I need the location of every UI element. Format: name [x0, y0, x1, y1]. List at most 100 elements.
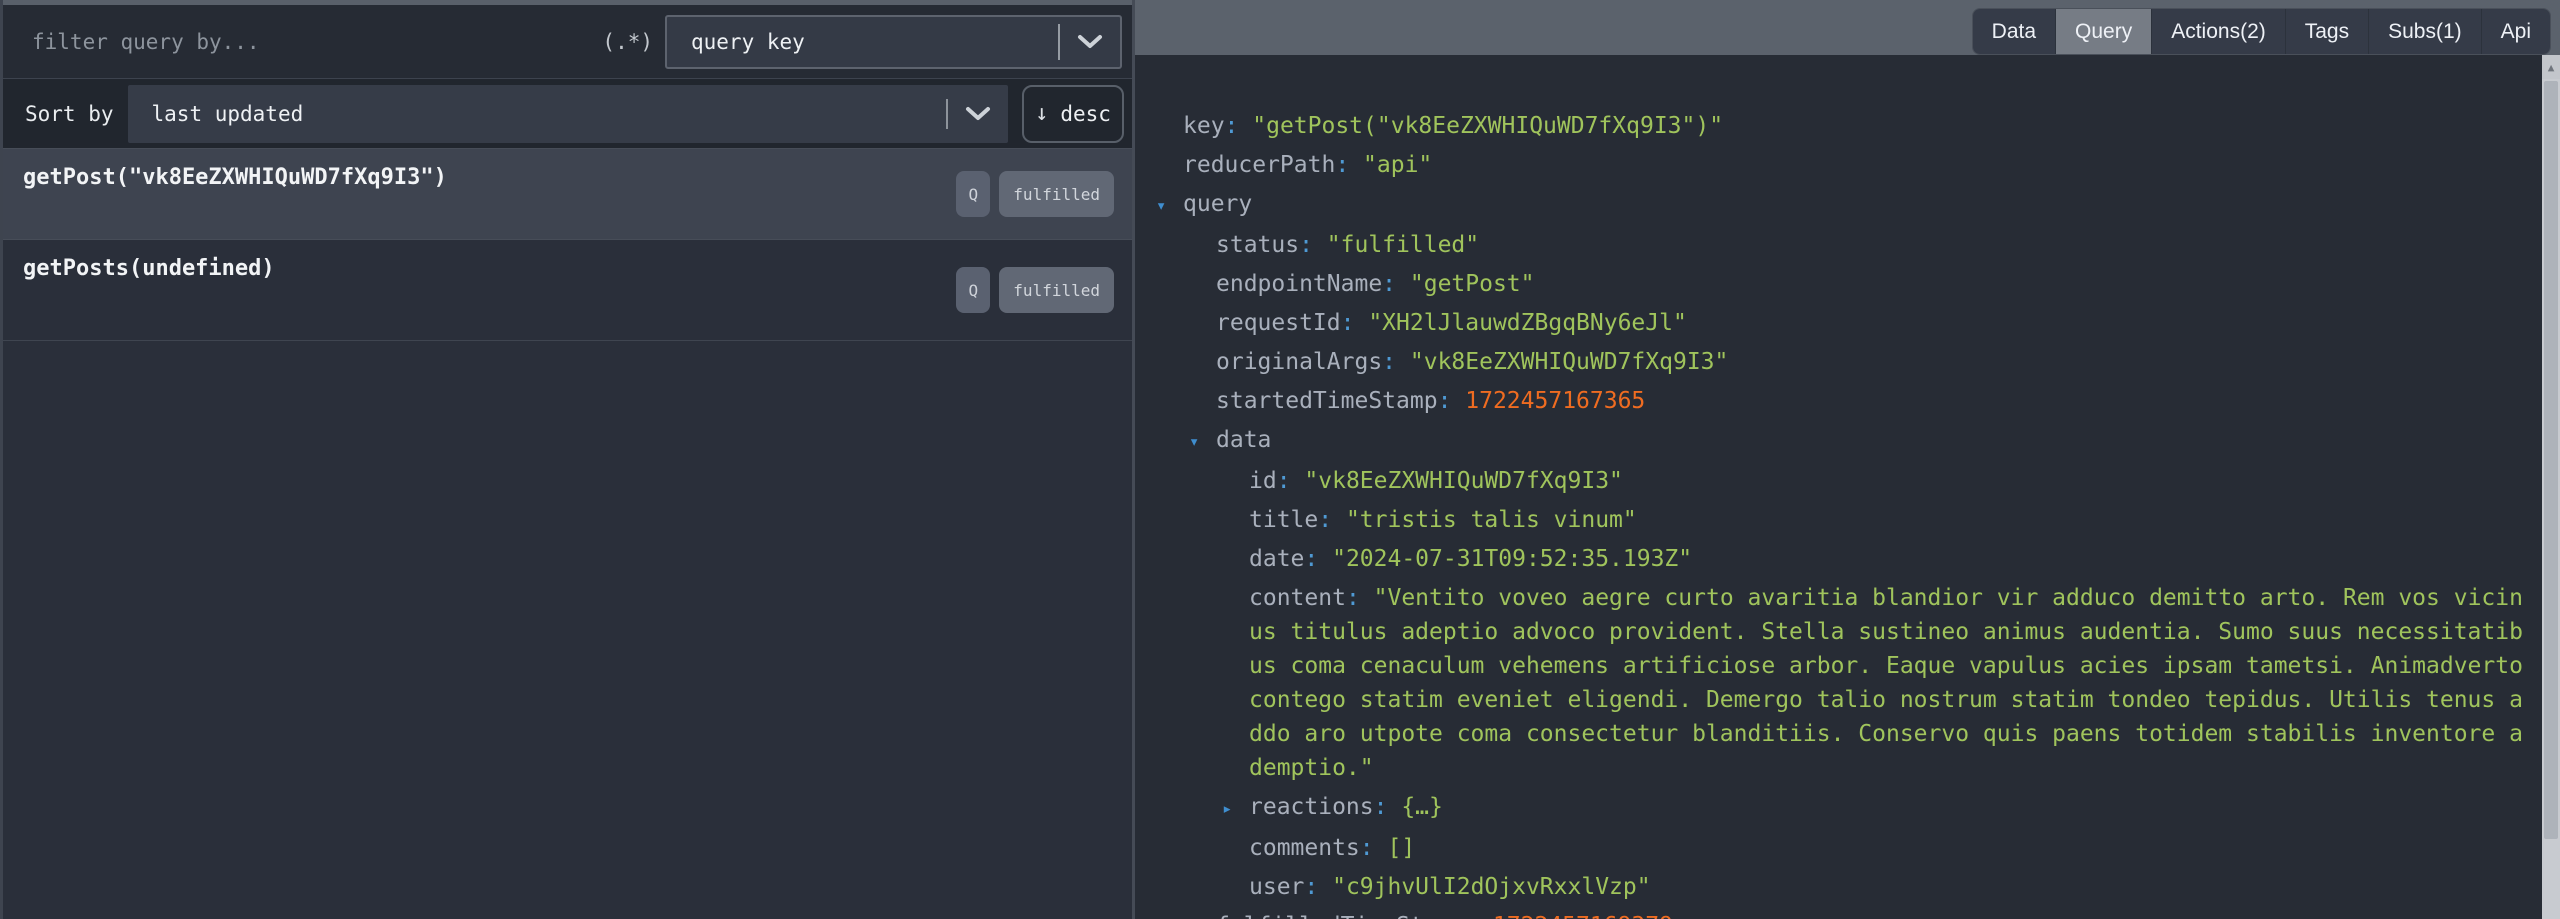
tree-entry-reducerpath: reducerPath: "api" [1183, 148, 2534, 182]
tree-node-label[interactable]: query [1183, 191, 1252, 217]
tree-key: key [1183, 113, 1225, 139]
expand-arrow-down-icon[interactable]: ▾ [1189, 425, 1216, 459]
sort-direction-button[interactable]: ↓ desc [1022, 85, 1124, 143]
tree-colon: : [1225, 113, 1253, 139]
filter-query-input[interactable] [3, 29, 594, 55]
tree-value: "c9jhvUlI2dOjxvRxxlVzp" [1332, 874, 1651, 900]
tree-entry-comments: comments: [] [1183, 831, 2534, 865]
sort-by-label: Sort by [25, 102, 114, 126]
tree-colon: : [1335, 152, 1363, 178]
tree-colon: : [1277, 468, 1305, 494]
tree-value: 1722457167365 [1465, 388, 1645, 414]
tree-value: {…} [1401, 794, 1443, 820]
query-detail-panel: DataQueryActions(2)TagsSubs(1)Api key: "… [1135, 0, 2560, 919]
tree-entry-id: id: "vk8EeZXWHIQuWD7fXq9I3" [1183, 464, 2534, 498]
tree-key: reactions [1249, 794, 1374, 820]
regex-toggle[interactable]: (.*) [602, 30, 653, 54]
tree-value: "getPost("vk8EeZXWHIQuWD7fXq9I3")" [1252, 113, 1723, 139]
tree-key: startedTimeStamp [1216, 388, 1438, 414]
tab-api[interactable]: Api [2481, 9, 2550, 54]
tab-tags[interactable]: Tags [2285, 9, 2368, 54]
tree-key: content [1249, 585, 1346, 611]
tree-entry-reactions: ▸reactions: {…} [1183, 790, 2534, 826]
tree-key: endpointName [1216, 271, 1382, 297]
tree-key: originalArgs [1216, 349, 1382, 375]
detail-tabs: DataQueryActions(2)TagsSubs(1)Api [1972, 8, 2551, 55]
row-badges: Qfulfilled [956, 267, 1114, 313]
tab-query[interactable]: Query [2055, 9, 2151, 54]
scrollbar-thumb[interactable] [2544, 81, 2558, 839]
tree-value: "tristis talis vinum" [1346, 507, 1637, 533]
tree-key: reducerPath [1183, 152, 1335, 178]
tree-value: "fulfilled" [1327, 232, 1479, 258]
sort-bar: Sort by last updated ↓ desc [3, 78, 1132, 148]
tree-key: requestId [1216, 310, 1341, 336]
tree-entry-data: ▾data [1183, 423, 2534, 459]
query-list-panel: (.*) query key Sort by last updated ↓ de [0, 0, 1132, 919]
chevron-down-icon[interactable] [948, 105, 1008, 122]
query-list: getPost("vk8EeZXWHIQuWD7fXq9I3") Qfulfill… [3, 148, 1132, 341]
tree-key: fulfilledTimeStamp [1216, 913, 1465, 919]
tree-entry-originalargs: originalArgs: "vk8EeZXWHIQuWD7fXq9I3" [1183, 345, 2534, 379]
query-type-badge: Q [956, 171, 990, 217]
detail-header-bar: DataQueryActions(2)TagsSubs(1)Api [1135, 0, 2560, 55]
tab-actions-2[interactable]: Actions(2) [2151, 9, 2285, 54]
scrollbar[interactable]: ▲ [2542, 55, 2560, 919]
query-row-getposts[interactable]: getPosts(undefined) Qfulfilled [3, 239, 1132, 341]
tree-colon: : [1341, 310, 1369, 336]
tree-entry-fulfilledtimestamp: fulfilledTimeStamp: 1722457169379 [1183, 909, 2534, 919]
tree-colon: : [1382, 349, 1410, 375]
json-tree: key: "getPost("vk8EeZXWHIQuWD7fXq9I3")" r… [1135, 55, 2542, 919]
tree-entry-content: content: "Ventito voveo aegre curto avar… [1183, 581, 2534, 785]
tree-key: user [1249, 874, 1304, 900]
expand-arrow-down-icon[interactable]: ▾ [1156, 189, 1183, 223]
status-badge: fulfilled [999, 267, 1114, 313]
tree-value: "api" [1363, 152, 1432, 178]
detail-content: key: "getPost("vk8EeZXWHIQuWD7fXq9I3")" r… [1135, 55, 2542, 919]
tree-key: date [1249, 546, 1304, 572]
tree-value: "2024-07-31T09:52:35.193Z" [1332, 546, 1692, 572]
row-badges: Qfulfilled [956, 171, 1114, 217]
query-row-title: getPost("vk8EeZXWHIQuWD7fXq9I3") [23, 165, 447, 190]
tree-colon: : [1318, 507, 1346, 533]
tree-entry-key: key: "getPost("vk8EeZXWHIQuWD7fXq9I3")" [1183, 109, 2534, 143]
tree-entry-requestid: requestId: "XH2lJlauwdZBgqBNy6eJl" [1183, 306, 2534, 340]
arrow-down-icon: ↓ [1035, 101, 1048, 126]
chevron-down-icon[interactable] [1060, 33, 1120, 50]
filter-field-select[interactable]: query key [665, 15, 1122, 69]
tree-colon: : [1465, 913, 1493, 919]
tree-key: title [1249, 507, 1318, 533]
tab-subs-1[interactable]: Subs(1) [2368, 9, 2481, 54]
tree-key: id [1249, 468, 1277, 494]
tree-value: [] [1387, 835, 1415, 861]
tree-entry-date: date: "2024-07-31T09:52:35.193Z" [1183, 542, 2534, 576]
tree-entry-endpointname: endpointName: "getPost" [1183, 267, 2534, 301]
sort-direction-label: desc [1060, 102, 1111, 126]
filter-bar: (.*) query key [3, 5, 1132, 78]
scroll-up-icon[interactable]: ▲ [2542, 55, 2560, 79]
tree-key: status [1216, 232, 1299, 258]
status-badge: fulfilled [999, 171, 1114, 217]
tree-colon: : [1382, 271, 1410, 297]
tree-value: "Ventito voveo aegre curto avaritia blan… [1249, 585, 2523, 781]
tree-colon: : [1374, 794, 1402, 820]
tree-value: "vk8EeZXWHIQuWD7fXq9I3" [1410, 349, 1729, 375]
tree-value: "vk8EeZXWHIQuWD7fXq9I3" [1304, 468, 1623, 494]
query-row-getpost[interactable]: getPost("vk8EeZXWHIQuWD7fXq9I3") Qfulfill… [3, 148, 1132, 239]
sort-field-select[interactable]: last updated [128, 85, 1008, 143]
query-type-badge: Q [956, 267, 990, 313]
tree-value: "getPost" [1410, 271, 1535, 297]
tree-value: "XH2lJlauwdZBgqBNy6eJl" [1368, 310, 1687, 336]
tree-entry-status: status: "fulfilled" [1183, 228, 2534, 262]
tree-node-label[interactable]: data [1216, 427, 1271, 453]
tree-entry-title: title: "tristis talis vinum" [1183, 503, 2534, 537]
rtk-query-devtools: (.*) query key Sort by last updated ↓ de [0, 0, 2560, 919]
tab-data[interactable]: Data [1973, 9, 2055, 54]
expand-arrow-right-icon[interactable]: ▸ [1222, 792, 1249, 826]
sort-field-value: last updated [128, 102, 946, 126]
tree-entry-query: ▾query [1183, 187, 2534, 223]
tree-colon: : [1299, 232, 1327, 258]
tree-colon: : [1360, 835, 1388, 861]
tree-entry-startedtimestamp: startedTimeStamp: 1722457167365 [1183, 384, 2534, 418]
query-row-title: getPosts(undefined) [23, 256, 275, 281]
